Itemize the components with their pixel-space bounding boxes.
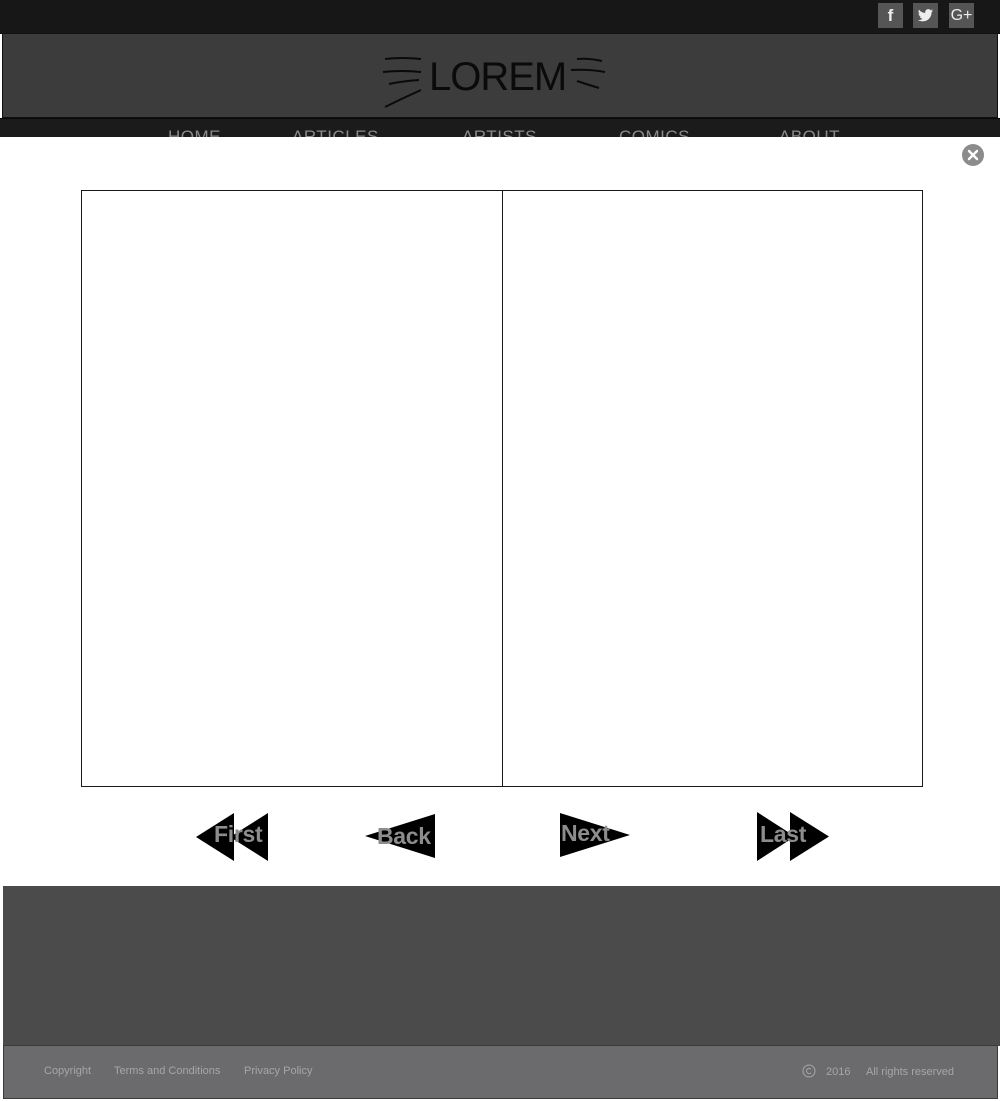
- twitter-icon[interactable]: [913, 3, 938, 28]
- footer-link-copyright[interactable]: Copyright: [44, 1064, 91, 1078]
- googleplus-icon[interactable]: G+: [949, 3, 974, 28]
- close-icon: [967, 149, 979, 161]
- first-page-button[interactable]: First: [195, 812, 270, 862]
- copyright-year: 2016: [826, 1066, 851, 1078]
- comic-page-left: [82, 191, 502, 786]
- next-button[interactable]: Next: [559, 812, 631, 858]
- site-logo[interactable]: LOREM: [381, 50, 607, 112]
- all-rights-reserved: All rights reserved: [866, 1066, 955, 1078]
- footer-link-terms[interactable]: Terms and Conditions: [114, 1064, 220, 1078]
- logo-text: LOREM: [429, 55, 567, 99]
- facebook-icon[interactable]: f: [878, 3, 903, 28]
- main-nav: HOME ARTICLES ARTISTS COMICS ABOUT: [0, 118, 1000, 138]
- back-label: Back: [377, 823, 431, 849]
- next-label: Next: [561, 820, 610, 846]
- site-footer: [3, 886, 1000, 1046]
- copyright-icon: [802, 1064, 816, 1078]
- twitter-bird-glyph: [917, 9, 933, 22]
- back-button[interactable]: Back: [364, 813, 436, 859]
- comic-viewer: [81, 190, 923, 787]
- comic-page-right: [503, 191, 922, 786]
- last-label: Last: [760, 821, 807, 847]
- top-bar: [0, 0, 1000, 34]
- googleplus-glyph: G+: [950, 7, 973, 24]
- last-page-button[interactable]: Last: [756, 811, 831, 862]
- close-button[interactable]: [962, 144, 984, 166]
- first-label: First: [214, 821, 263, 847]
- facebook-glyph: f: [887, 6, 894, 25]
- footer-link-privacy[interactable]: Privacy Policy: [244, 1064, 312, 1078]
